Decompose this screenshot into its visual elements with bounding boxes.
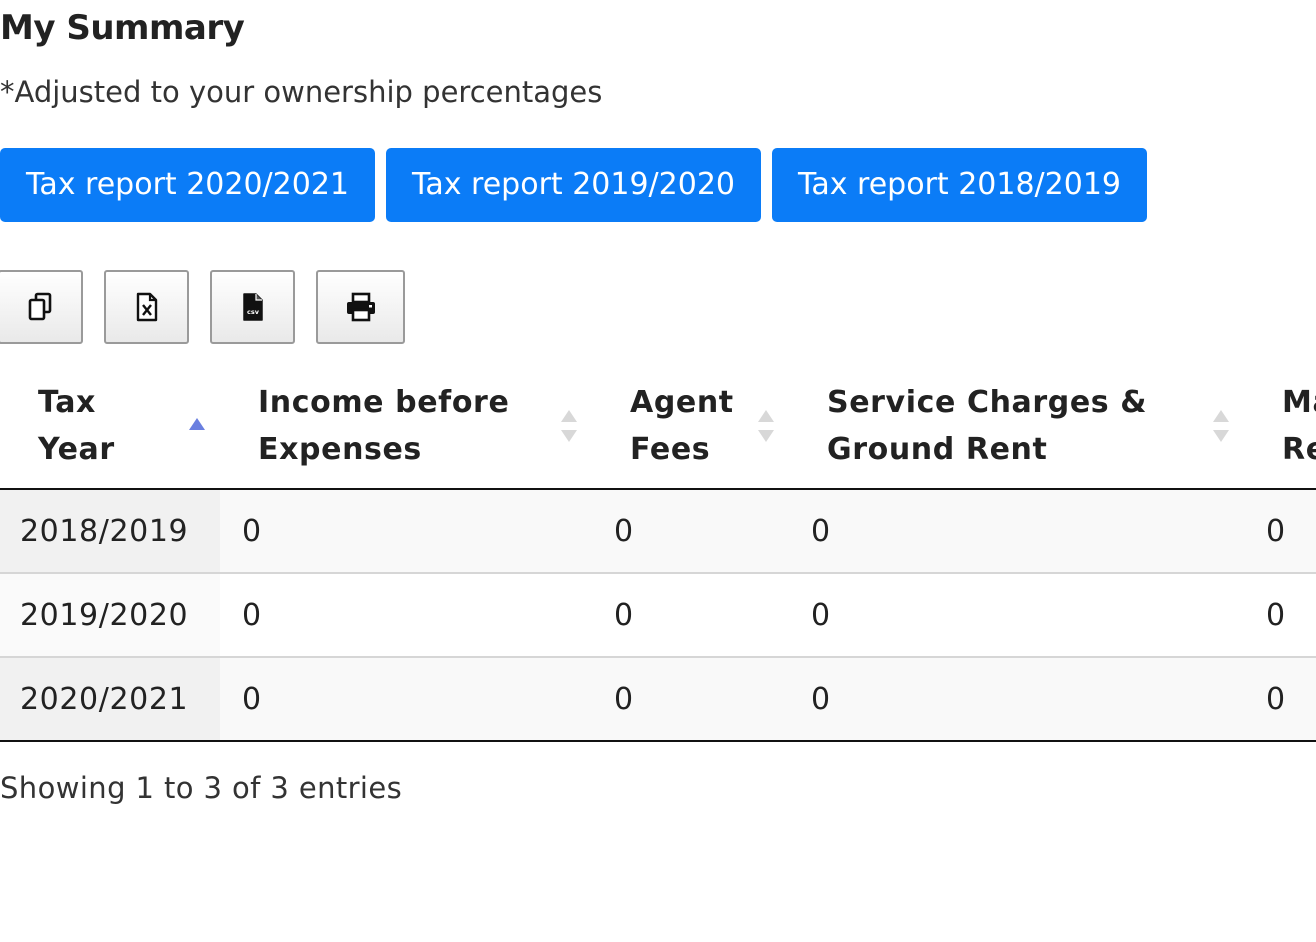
column-header-truncated[interactable]: Ma Re — [1244, 364, 1316, 490]
cell-agent-fees: 0 — [592, 489, 789, 574]
cell-income: 0 — [220, 657, 592, 742]
ownership-note: *Adjusted to your ownership percentages — [0, 75, 603, 109]
tax-report-buttons: Tax report 2020/2021 Tax report 2019/202… — [0, 148, 1147, 222]
sort-both-icon — [1213, 410, 1229, 442]
column-header-label: Tax — [38, 385, 96, 420]
tax-report-2019-2020-button[interactable]: Tax report 2019/2020 — [386, 148, 761, 222]
csv-export-button[interactable]: csv — [210, 270, 295, 344]
sort-both-icon — [561, 410, 577, 442]
column-header-label: Fees — [630, 432, 711, 467]
cell-service-charges: 0 — [789, 573, 1244, 658]
column-header-label: Agent — [630, 385, 734, 420]
cell-truncated-column: 0 — [1244, 657, 1316, 742]
column-header-label: Income before — [258, 385, 510, 420]
cell-income: 0 — [220, 573, 592, 658]
cell-truncated-column: 0 — [1244, 573, 1316, 658]
cell-truncated-column: 0 — [1244, 489, 1316, 574]
copy-button[interactable] — [0, 270, 83, 344]
sort-ascending-icon — [189, 418, 205, 430]
copy-icon — [28, 292, 51, 321]
cell-agent-fees: 0 — [592, 573, 789, 658]
table-header-row: Tax Year Income before Expenses Agent Fe… — [0, 364, 1316, 490]
column-header-label: Re — [1282, 432, 1316, 467]
column-header-label: Expenses — [258, 432, 422, 467]
cell-tax-year: 2019/2020 — [0, 573, 220, 658]
column-header-label: Year — [38, 432, 115, 467]
column-header-label: Service Charges & — [827, 385, 1148, 420]
table-row: 2019/2020 0 0 0 0 — [0, 573, 1316, 658]
table-row: 2020/2021 0 0 0 0 — [0, 657, 1316, 742]
column-header-service-charges-ground-rent[interactable]: Service Charges & Ground Rent — [789, 364, 1244, 490]
tax-report-2020-2021-button[interactable]: Tax report 2020/2021 — [0, 148, 375, 222]
column-header-tax-year[interactable]: Tax Year — [0, 364, 220, 490]
table-row: 2018/2019 0 0 0 0 — [0, 489, 1316, 574]
excel-export-button[interactable] — [104, 270, 189, 344]
column-header-label: Ma — [1282, 385, 1316, 420]
sort-both-icon — [758, 410, 774, 442]
page-title: My Summary — [0, 8, 245, 48]
cell-tax-year: 2018/2019 — [0, 489, 220, 574]
cell-agent-fees: 0 — [592, 657, 789, 742]
cell-service-charges: 0 — [789, 489, 1244, 574]
column-header-label: Ground Rent — [827, 432, 1048, 467]
cell-tax-year: 2020/2021 — [0, 657, 220, 742]
print-icon — [346, 292, 375, 322]
print-button[interactable] — [316, 270, 405, 344]
column-header-agent-fees[interactable]: Agent Fees — [592, 364, 789, 490]
csv-file-icon: csv — [242, 293, 263, 321]
table-info: Showing 1 to 3 of 3 entries — [0, 771, 403, 805]
svg-text:csv: csv — [247, 308, 260, 316]
tax-report-2018-2019-button[interactable]: Tax report 2018/2019 — [772, 148, 1147, 222]
cell-income: 0 — [220, 489, 592, 574]
cell-service-charges: 0 — [789, 657, 1244, 742]
column-header-income-before-expenses[interactable]: Income before Expenses — [220, 364, 592, 490]
summary-table: Tax Year Income before Expenses Agent Fe… — [0, 364, 1316, 742]
export-toolbar: csv — [0, 270, 405, 344]
excel-file-icon — [136, 292, 157, 322]
